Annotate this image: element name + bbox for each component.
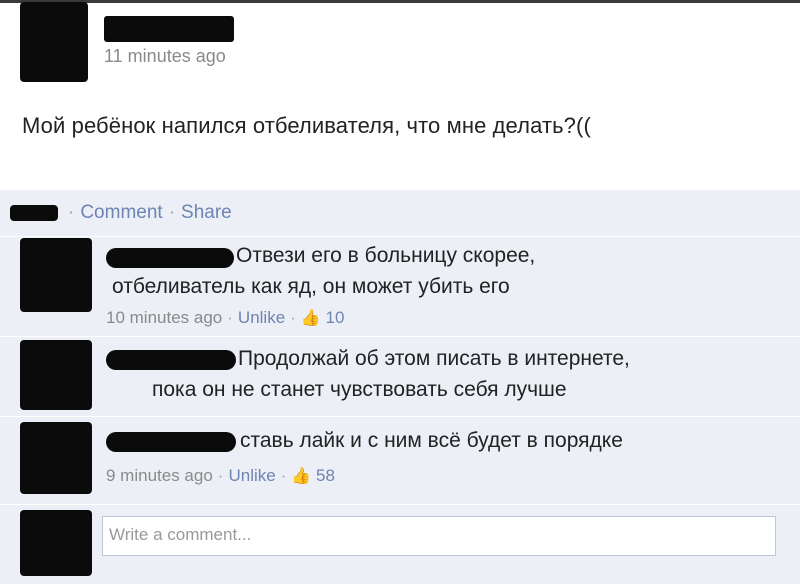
separator: ·	[168, 202, 176, 223]
commenter-name-redacted[interactable]	[106, 350, 236, 370]
comment-text: пока он не станет чувствовать себя лучше	[152, 378, 567, 401]
thumbs-up-icon[interactable]: 👍	[301, 310, 321, 327]
write-comment-input[interactable]: Write a comment...	[102, 516, 776, 556]
unlike-link[interactable]: Unlike	[228, 466, 275, 485]
comment-meta: 10 minutes ago · Unlike · 👍 10	[106, 308, 344, 328]
separator: ·	[227, 308, 233, 327]
divider	[0, 416, 800, 417]
like-count[interactable]: 58	[316, 466, 335, 485]
comment-text: Продолжай об этом писать в интернете,	[238, 347, 630, 370]
commenter-name-redacted[interactable]	[106, 248, 234, 268]
separator: ·	[280, 466, 287, 485]
post-actions: · Comment · Share	[10, 202, 232, 226]
comment-timestamp[interactable]: 9 minutes ago	[106, 466, 213, 485]
post-timestamp[interactable]: 11 minutes ago	[104, 46, 226, 67]
comment-link[interactable]: Comment	[80, 202, 162, 223]
unlike-link[interactable]: Unlike	[238, 308, 285, 327]
commenter-name-redacted[interactable]	[106, 432, 236, 452]
separator: ·	[217, 466, 224, 485]
current-user-avatar-redacted	[20, 510, 92, 576]
commenter-avatar-redacted[interactable]	[20, 422, 92, 494]
post-text: Мой ребёнок напился отбеливателя, что мн…	[22, 113, 591, 138]
feedback-area: · Comment · Share Отвези его в больницу ско…	[0, 190, 800, 584]
commenter-avatar-redacted[interactable]	[20, 340, 92, 410]
divider	[0, 336, 800, 337]
divider	[0, 504, 800, 505]
comment-timestamp[interactable]: 10 minutes ago	[106, 308, 222, 327]
comment-text: отбеливатель как яд, он может убить его	[112, 275, 510, 298]
share-link[interactable]: Share	[181, 202, 232, 223]
separator: ·	[68, 202, 75, 223]
divider	[0, 236, 800, 237]
like-link-redacted[interactable]	[10, 204, 58, 221]
top-border	[0, 0, 800, 3]
like-count[interactable]: 10	[326, 308, 345, 327]
author-avatar-redacted[interactable]	[20, 2, 88, 82]
commenter-avatar-redacted[interactable]	[20, 238, 92, 312]
separator: ·	[290, 308, 296, 327]
comment-text: Отвези его в больницу скорее,	[236, 244, 536, 267]
thumbs-up-icon[interactable]: 👍	[291, 468, 311, 485]
comment-meta: 9 minutes ago · Unlike · 👍 58	[106, 466, 335, 486]
comment-text: ставь лайк и с ним всё будет в порядке	[240, 429, 623, 452]
author-name-redacted[interactable]	[104, 16, 234, 42]
